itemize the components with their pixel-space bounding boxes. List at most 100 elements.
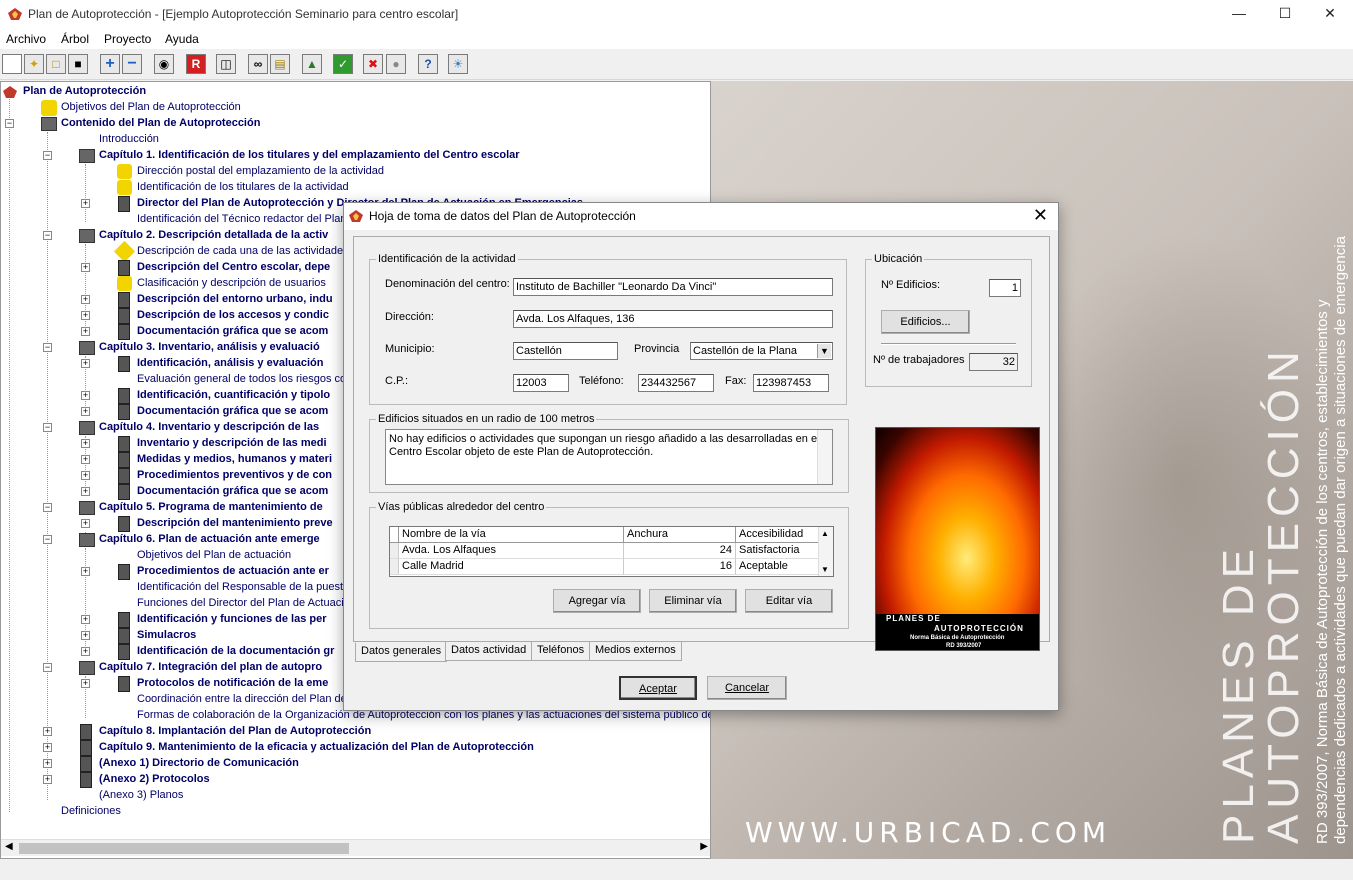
tree-item[interactable]: Documentación gráfica que se acom (137, 404, 328, 420)
check-icon[interactable]: ✓ (333, 54, 353, 74)
notes-icon[interactable]: ▤ (270, 54, 290, 74)
expand-toggle[interactable]: + (43, 727, 52, 736)
denominacion-field[interactable]: Instituto de Bachiller "Leonardo Da Vinc… (513, 278, 833, 296)
tree-item[interactable]: Objetivos del Plan de Autoprotección (41, 100, 241, 116)
new-icon[interactable] (2, 54, 22, 74)
tree-item[interactable]: Procedimientos preventivos y de con (137, 468, 332, 484)
scroll-left-icon[interactable]: ◀ (5, 841, 13, 852)
tree-item[interactable]: Clasificación y descripción de usuarios (137, 276, 326, 292)
municipio-field[interactable]: Castellón (513, 342, 618, 360)
expand-toggle[interactable]: + (43, 743, 52, 752)
tree-chapter[interactable]: Capítulo 5. Programa de mantenimiento de (99, 500, 323, 516)
roads-table[interactable]: Nombre de la vía Anchura Accesibilidad A… (389, 526, 834, 577)
report-icon[interactable]: R (186, 54, 206, 74)
tab-datos-generales[interactable]: Datos generales (355, 642, 448, 662)
chevron-down-icon[interactable]: ▼ (817, 344, 831, 358)
scroll-down-icon[interactable]: ▼ (821, 565, 829, 574)
expand-toggle[interactable]: + (81, 647, 90, 656)
maximize-icon[interactable]: ☐ (1262, 0, 1308, 29)
tree-item[interactable]: Identificación y funciones de las per (137, 612, 327, 628)
expand-toggle[interactable]: + (81, 455, 90, 464)
horizontal-scrollbar[interactable]: ◀ ▶ (1, 839, 710, 856)
vertical-scrollbar[interactable] (817, 430, 832, 484)
tree-item[interactable]: Coordinación entre la dirección del Plan… (137, 692, 357, 708)
tree-item[interactable]: Evaluación general de todos los riesgos … (137, 372, 352, 388)
cp-field[interactable]: 12003 (513, 374, 569, 392)
tree-chapter[interactable]: (Anexo 2) Protocolos (99, 772, 210, 788)
cancel-button[interactable]: Cancelar (707, 676, 787, 700)
tab-datos-actividad[interactable]: Datos actividad (445, 642, 533, 661)
expand-toggle[interactable]: + (81, 311, 90, 320)
expand-toggle[interactable]: + (81, 439, 90, 448)
expand-toggle[interactable]: + (43, 759, 52, 768)
tree-chapter[interactable]: Capítulo 3. Inventario, análisis y evalu… (99, 340, 320, 356)
collapse-toggle[interactable]: − (5, 119, 14, 128)
menu-arbol[interactable]: Árbol (61, 32, 89, 46)
expand-toggle[interactable]: + (81, 407, 90, 416)
user-icon[interactable]: ● (386, 54, 406, 74)
edificios-button[interactable]: Edificios... (881, 310, 970, 334)
tree-item[interactable]: Introducción (99, 132, 159, 148)
help-icon[interactable]: ? (418, 54, 438, 74)
add-road-button[interactable]: Agregar vía (553, 589, 641, 613)
collapse-all-icon[interactable]: − (122, 54, 142, 74)
expand-toggle[interactable]: + (81, 631, 90, 640)
column-header[interactable]: Anchura (624, 527, 736, 543)
tree-root[interactable]: Plan de Autoprotección (23, 84, 146, 100)
tree-item[interactable]: Descripción de los accesos y condic (137, 308, 329, 324)
tree-chapter[interactable]: Capítulo 6. Plan de actuación ante emerg… (99, 532, 320, 548)
tree-item[interactable]: (Anexo 3) Planos (99, 788, 183, 804)
fax-field[interactable]: 123987453 (753, 374, 829, 392)
info-icon[interactable]: ☀ (448, 54, 468, 74)
tree-chapter[interactable]: Capítulo 2. Descripción detallada de la … (99, 228, 328, 244)
collapse-toggle[interactable]: − (43, 151, 52, 160)
expand-toggle[interactable]: + (81, 391, 90, 400)
open-folder-icon[interactable]: □ (46, 54, 66, 74)
table-row[interactable]: Avda. Los Alfaques 24 Satisfactoria (390, 543, 833, 559)
tree-item[interactable]: Procedimientos de actuación ante er (137, 564, 329, 580)
tree-item[interactable]: Documentación gráfica que se acom (137, 484, 328, 500)
expand-toggle[interactable]: + (81, 199, 90, 208)
tree-item[interactable]: Descripción de cada una de las actividad… (137, 244, 349, 260)
menu-proyecto[interactable]: Proyecto (104, 32, 151, 46)
expand-toggle[interactable]: + (81, 615, 90, 624)
tree-item[interactable]: Descripción del entorno urbano, indu (137, 292, 333, 308)
tree-chapter[interactable]: Capítulo 7. Integración del plan de auto… (99, 660, 322, 676)
accept-button[interactable]: Aceptar (619, 676, 697, 700)
expand-toggle[interactable]: + (81, 679, 90, 688)
menu-archivo[interactable]: Archivo (6, 32, 46, 46)
close-icon[interactable]: ✕ (1307, 0, 1353, 29)
edit-road-button[interactable]: Editar vía (745, 589, 833, 613)
telefono-field[interactable]: 234432567 (638, 374, 714, 392)
remove-road-button[interactable]: Eliminar vía (649, 589, 737, 613)
tree-item[interactable]: Documentación gráfica que se acom (137, 324, 328, 340)
wizard-icon[interactable]: ✦ (24, 54, 44, 74)
tree-chapter[interactable]: Capítulo 4. Inventario y descripción de … (99, 420, 319, 436)
tree-structure-icon[interactable]: ▲ (302, 54, 322, 74)
binoculars-icon[interactable]: ◉ (154, 54, 174, 74)
save-icon[interactable]: ■ (68, 54, 88, 74)
print-preview-icon[interactable]: ◫ (216, 54, 236, 74)
collapse-toggle[interactable]: − (43, 503, 52, 512)
radius-memo[interactable]: No hay edificios o actividades que supon… (385, 429, 833, 485)
tree-item[interactable]: Definiciones (61, 804, 121, 820)
tree-item[interactable]: Objetivos del Plan de actuación (137, 548, 291, 564)
tree-item[interactable]: Identificación de la documentación gr (137, 644, 334, 660)
tree-item[interactable]: Protocolos de notificación de la eme (137, 676, 328, 692)
collapse-toggle[interactable]: − (43, 423, 52, 432)
tree-item[interactable]: Identificación, cuantificación y tipolo (137, 388, 330, 404)
provincia-select[interactable]: Castellón de la Plana ▼ (690, 342, 833, 360)
expand-toggle[interactable]: + (81, 327, 90, 336)
expand-toggle[interactable]: + (43, 775, 52, 784)
menu-ayuda[interactable]: Ayuda (165, 32, 199, 46)
expand-toggle[interactable]: + (81, 359, 90, 368)
minimize-icon[interactable]: — (1216, 0, 1262, 29)
tree-item[interactable]: Dirección postal del emplazamiento de la… (137, 164, 384, 180)
tree-item[interactable]: Identificación, análisis y evaluación (137, 356, 323, 372)
vertical-scrollbar[interactable]: ▲ ▼ (818, 527, 833, 576)
link-icon[interactable]: ∞ (248, 54, 268, 74)
collapse-toggle[interactable]: − (43, 343, 52, 352)
trabajadores-field[interactable]: 32 (969, 353, 1018, 371)
collapse-toggle[interactable]: − (43, 231, 52, 240)
expand-toggle[interactable]: + (81, 263, 90, 272)
